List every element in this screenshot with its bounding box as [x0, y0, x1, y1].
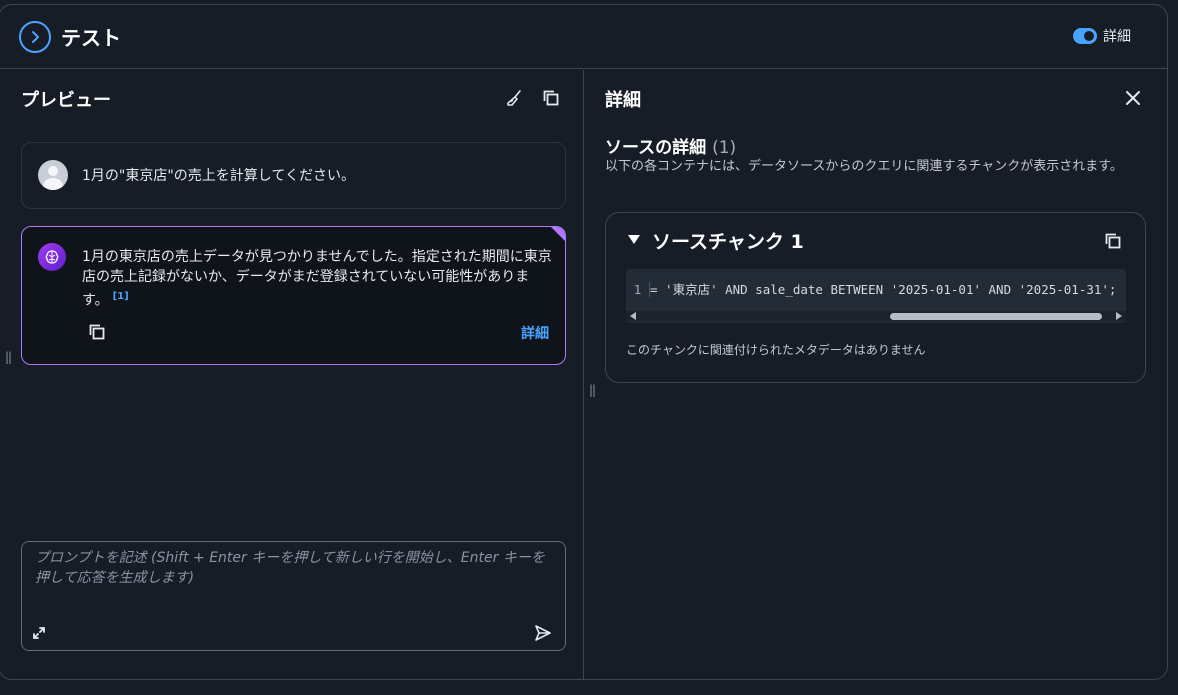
- expand-button[interactable]: [28, 622, 50, 644]
- assistant-text: 1月の東京店の売上データが見つかりませんでした。指定された期間に東京店の売上記録…: [82, 249, 552, 309]
- details-title: 詳細: [605, 90, 641, 111]
- source-description: 以下の各コンテナには、データソースからのクエリに関連するチャンクが表示されます。: [605, 159, 1123, 174]
- scrollbar-thumb[interactable]: [890, 313, 1102, 320]
- copy-icon: [89, 324, 105, 340]
- source-details-heading: ソースの詳細 (1): [605, 133, 736, 158]
- resize-handle-icon[interactable]: ||: [5, 350, 12, 364]
- copy-all-button[interactable]: [540, 87, 562, 109]
- user-message: 1月の"東京店"の売上を計算してください。: [21, 142, 566, 209]
- prompt-placeholder: プロンプトを記述 (Shift + Enter キーを押して新しい行を開始し、E…: [35, 550, 545, 586]
- source-count: (1): [712, 138, 737, 158]
- ai-brain-icon: [38, 243, 66, 271]
- clear-button[interactable]: [504, 87, 526, 109]
- test-window: テスト 詳細 プレビュー 1月の"東京店"の売上を計算してください。 1月の東京…: [0, 4, 1168, 680]
- citation-link[interactable]: [1]: [113, 291, 129, 302]
- copy-message-button[interactable]: [86, 321, 108, 343]
- code-text: = '東京店' AND sale_date BETWEEN '2025-01-0…: [650, 282, 1117, 297]
- chevron-right-icon: [32, 31, 39, 43]
- copy-icon: [543, 90, 559, 106]
- details-panel: 詳細 ソースの詳細 (1) 以下の各コンテナには、データソースからのクエリに関連…: [585, 70, 1167, 679]
- broom-icon: [507, 90, 521, 106]
- code-line: 1 = '東京店' AND sale_date BETWEEN '2025-01-…: [626, 279, 1116, 298]
- avatar: [38, 160, 68, 190]
- copy-chunk-button[interactable]: [1102, 230, 1124, 252]
- source-title: ソースの詳細: [605, 138, 707, 158]
- scroll-right-icon[interactable]: [1116, 312, 1122, 320]
- chunk-title[interactable]: ソースチャンク 1: [652, 227, 804, 254]
- user-message-text: 1月の"東京店"の売上を計算してください。: [82, 168, 355, 184]
- assistant-message: 1月の東京店の売上データが見つかりませんでした。指定された期間に東京店の売上記録…: [21, 226, 566, 365]
- scroll-left-icon[interactable]: [630, 312, 636, 320]
- top-bar: テスト 詳細: [0, 5, 1167, 69]
- page-title: テスト: [61, 26, 121, 50]
- send-button[interactable]: [532, 622, 554, 644]
- metadata-note: このチャンクに関連付けられたメタデータはありません: [626, 343, 926, 357]
- source-chunk-card: ソースチャンク 1 1 = '東京店' AND sale_date BETWEEN…: [605, 212, 1146, 383]
- details-toggle[interactable]: 詳細: [1073, 26, 1131, 46]
- caret-down-icon[interactable]: [628, 235, 640, 244]
- close-button[interactable]: [1122, 87, 1144, 109]
- details-link[interactable]: 詳細: [521, 323, 549, 343]
- expand-icon: [33, 627, 45, 639]
- line-number: 1: [626, 282, 650, 297]
- corner-marker: [551, 227, 565, 241]
- assistant-message-text: 1月の東京店の売上データが見つかりませんでした。指定された期間に東京店の売上記録…: [82, 247, 552, 311]
- copy-icon: [1105, 233, 1121, 249]
- collapse-button[interactable]: [19, 21, 51, 53]
- toggle-switch[interactable]: [1073, 28, 1097, 44]
- prompt-input[interactable]: プロンプトを記述 (Shift + Enter キーを押して新しい行を開始し、E…: [21, 541, 566, 651]
- close-icon: [1126, 91, 1140, 105]
- toggle-label: 詳細: [1103, 29, 1131, 45]
- preview-title: プレビュー: [21, 90, 111, 111]
- code-block: 1 = '東京店' AND sale_date BETWEEN '2025-01-…: [626, 269, 1126, 323]
- resize-handle-icon[interactable]: ||: [589, 383, 596, 397]
- send-icon: [535, 625, 551, 641]
- preview-panel: プレビュー 1月の"東京店"の売上を計算してください。 1月の東京店の売上データ…: [0, 70, 584, 679]
